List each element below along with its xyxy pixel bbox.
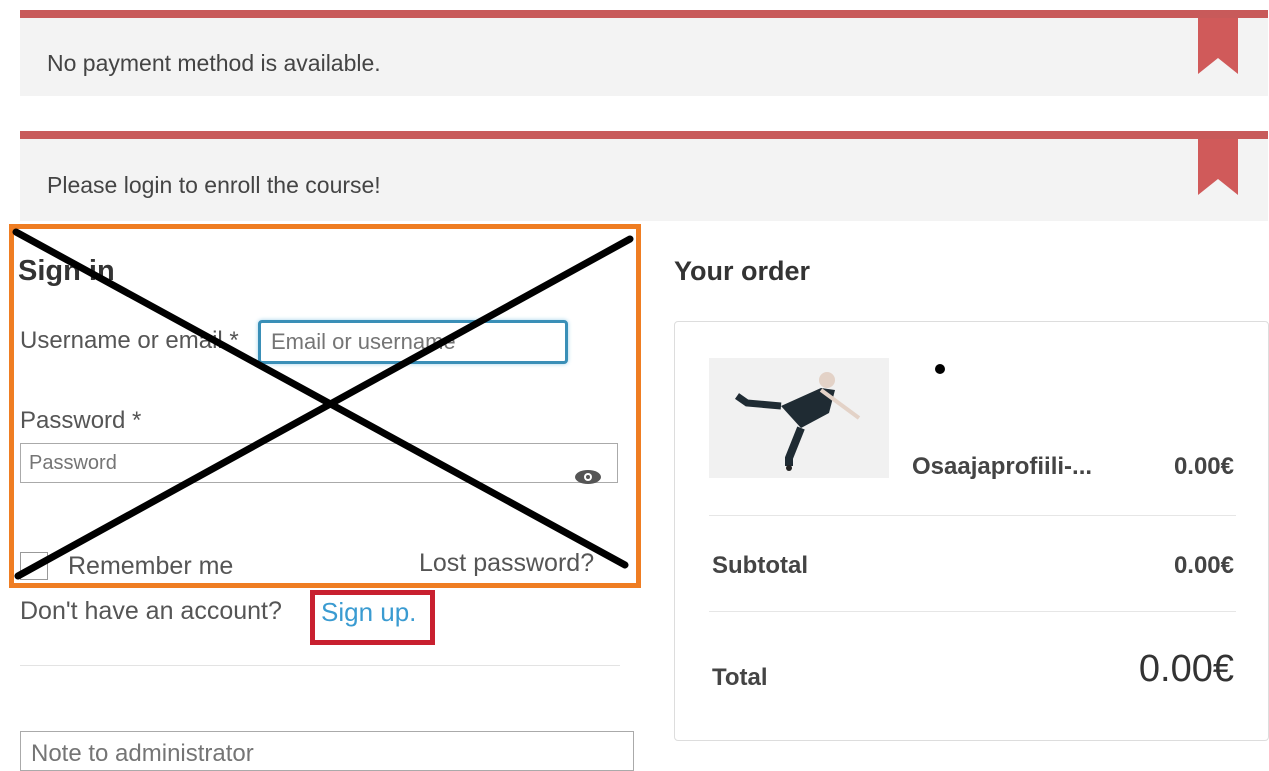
- order-divider: [709, 515, 1236, 516]
- show-password-icon[interactable]: [573, 466, 603, 486]
- password-input[interactable]: [20, 443, 618, 483]
- order-divider: [709, 611, 1236, 612]
- password-label: Password *: [20, 407, 142, 434]
- signup-highlight-box: [310, 590, 435, 645]
- product-price: 0.00€: [1173, 453, 1234, 480]
- payment-notice: No payment method is available.: [20, 10, 1268, 96]
- note-to-administrator-field[interactable]: [20, 731, 634, 771]
- total-value: 0.00€: [1138, 648, 1234, 690]
- username-label: Username or email *: [20, 327, 239, 354]
- course-thumbnail-image: [709, 358, 889, 478]
- no-account-text: Don't have an account?: [20, 597, 282, 625]
- payment-notice-text: No payment method is available.: [47, 50, 381, 76]
- signin-title: Sign in: [18, 255, 115, 287]
- login-notice: Please login to enroll the course!: [20, 131, 1268, 221]
- bookmark-icon: [1198, 139, 1238, 195]
- username-input[interactable]: [258, 320, 568, 364]
- product-name: Osaajaprofiili-...: [912, 453, 1093, 480]
- subtotal-label: Subtotal: [712, 552, 808, 579]
- login-notice-text: Please login to enroll the course!: [47, 172, 381, 198]
- total-label: Total: [712, 664, 768, 691]
- bookmark-icon: [1198, 18, 1238, 74]
- remember-me-checkbox[interactable]: [20, 552, 48, 580]
- form-divider: [20, 665, 620, 666]
- order-title: Your order: [674, 256, 811, 286]
- remember-me-label: Remember me: [68, 552, 234, 580]
- subtotal-value: 0.00€: [1173, 552, 1234, 579]
- bullet-point: [935, 364, 945, 374]
- lost-password-link[interactable]: Lost password?: [419, 549, 594, 578]
